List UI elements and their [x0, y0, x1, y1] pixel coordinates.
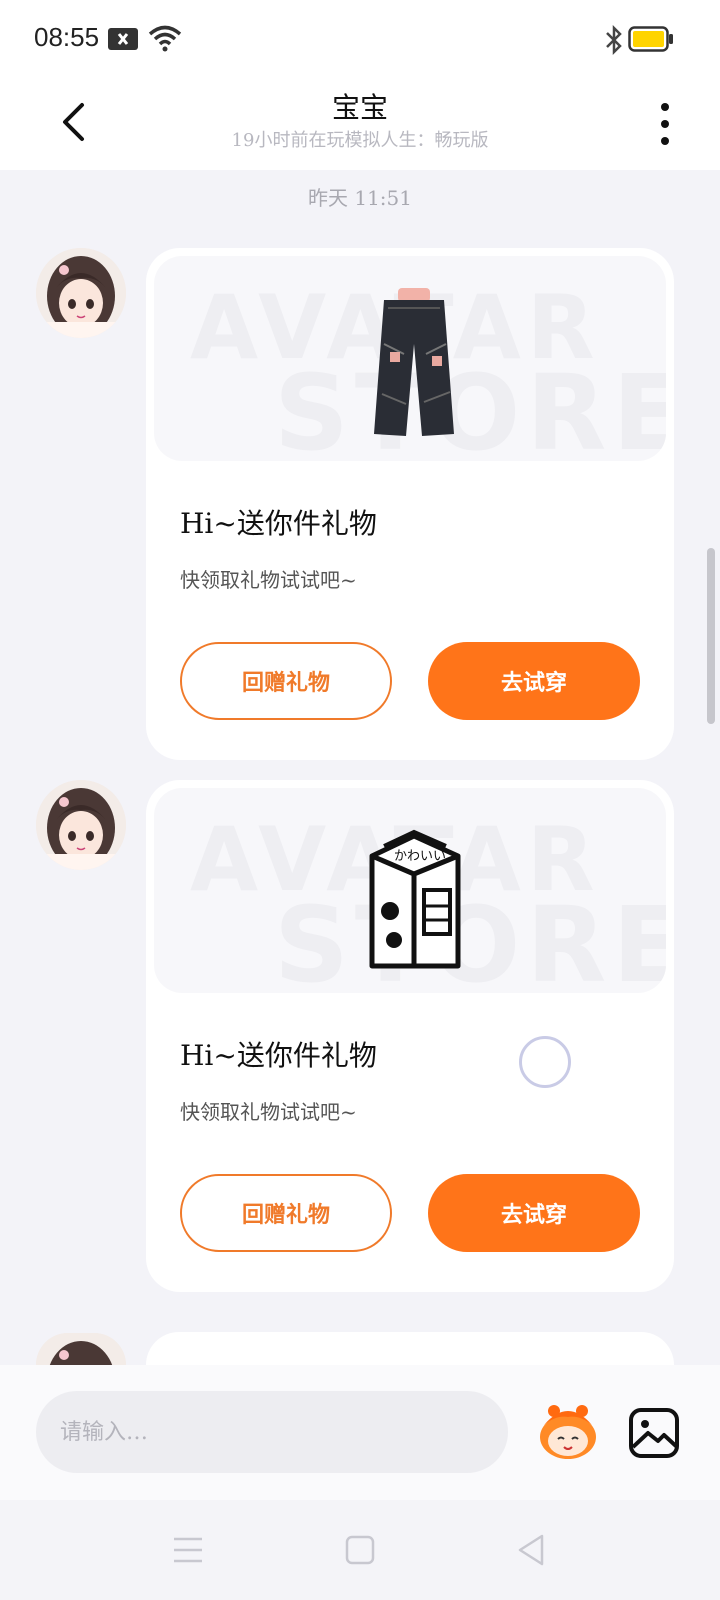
milk-carton-gift-image: かわいい: [369, 829, 461, 969]
bluetooth-icon: [606, 24, 622, 56]
avatar-image: [36, 780, 126, 870]
try-on-button[interactable]: 去试穿: [428, 1174, 640, 1252]
gift-preview: AVATAR STORE: [154, 256, 666, 461]
home-nav-icon[interactable]: [340, 1530, 380, 1570]
return-gift-button[interactable]: 回赠礼物: [180, 1174, 392, 1252]
gift-description: 快领取礼物试试吧~: [180, 1100, 357, 1124]
sticker-button[interactable]: [534, 1401, 602, 1463]
avatar[interactable]: [36, 248, 126, 338]
menu-nav-icon[interactable]: [168, 1530, 208, 1570]
more-icon: [661, 103, 669, 111]
input-bar: [0, 1365, 720, 1500]
pants-gift-image: [374, 288, 454, 436]
status-time: 08:55: [34, 22, 100, 52]
gift-description: 快领取礼物试试吧~: [180, 568, 357, 592]
avatar-image: [36, 248, 126, 338]
mascot-icon: [540, 1405, 596, 1459]
chat-header: 宝宝 19小时前在玩模拟人生：畅玩版: [0, 80, 720, 170]
loading-indicator: [519, 1036, 571, 1088]
gift-message-card[interactable]: AVATAR STORE かわいい Hi~送你件礼物 快领取礼物试试吧~ 回赠礼…: [146, 780, 674, 1292]
avatar[interactable]: [36, 1333, 126, 1365]
image-icon: [629, 1408, 679, 1458]
wifi-icon: [148, 25, 182, 52]
contact-status: 19小时前在玩模拟人生：畅玩版: [231, 130, 489, 151]
avatar[interactable]: [36, 780, 126, 870]
back-nav-icon[interactable]: [512, 1530, 552, 1570]
message-timestamp: 昨天 11:51: [308, 186, 412, 210]
gift-message-card[interactable]: AVATAR STORE Hi~送你件礼物 快领取礼物试试吧~ 回赠礼物 去试穿: [146, 248, 674, 760]
battery-icon: [628, 26, 673, 52]
more-button[interactable]: [650, 94, 680, 154]
image-button[interactable]: [628, 1407, 680, 1459]
contact-name: 宝宝: [331, 91, 388, 124]
gift-title: Hi~送你件礼物: [180, 1039, 377, 1072]
scrollbar[interactable]: [707, 548, 715, 724]
status-bar: 08:55: [0, 0, 720, 80]
gift-message-card[interactable]: [146, 1332, 674, 1365]
try-on-button[interactable]: 去试穿: [428, 642, 640, 720]
system-nav-bar: [0, 1500, 720, 1600]
return-gift-button[interactable]: 回赠礼物: [180, 642, 392, 720]
carton-label: かわいい: [394, 849, 446, 864]
gift-title: Hi~送你件礼物: [180, 507, 377, 540]
gift-preview: AVATAR STORE かわいい: [154, 788, 666, 993]
message-input[interactable]: [36, 1391, 508, 1473]
notification-icon: [108, 28, 138, 50]
